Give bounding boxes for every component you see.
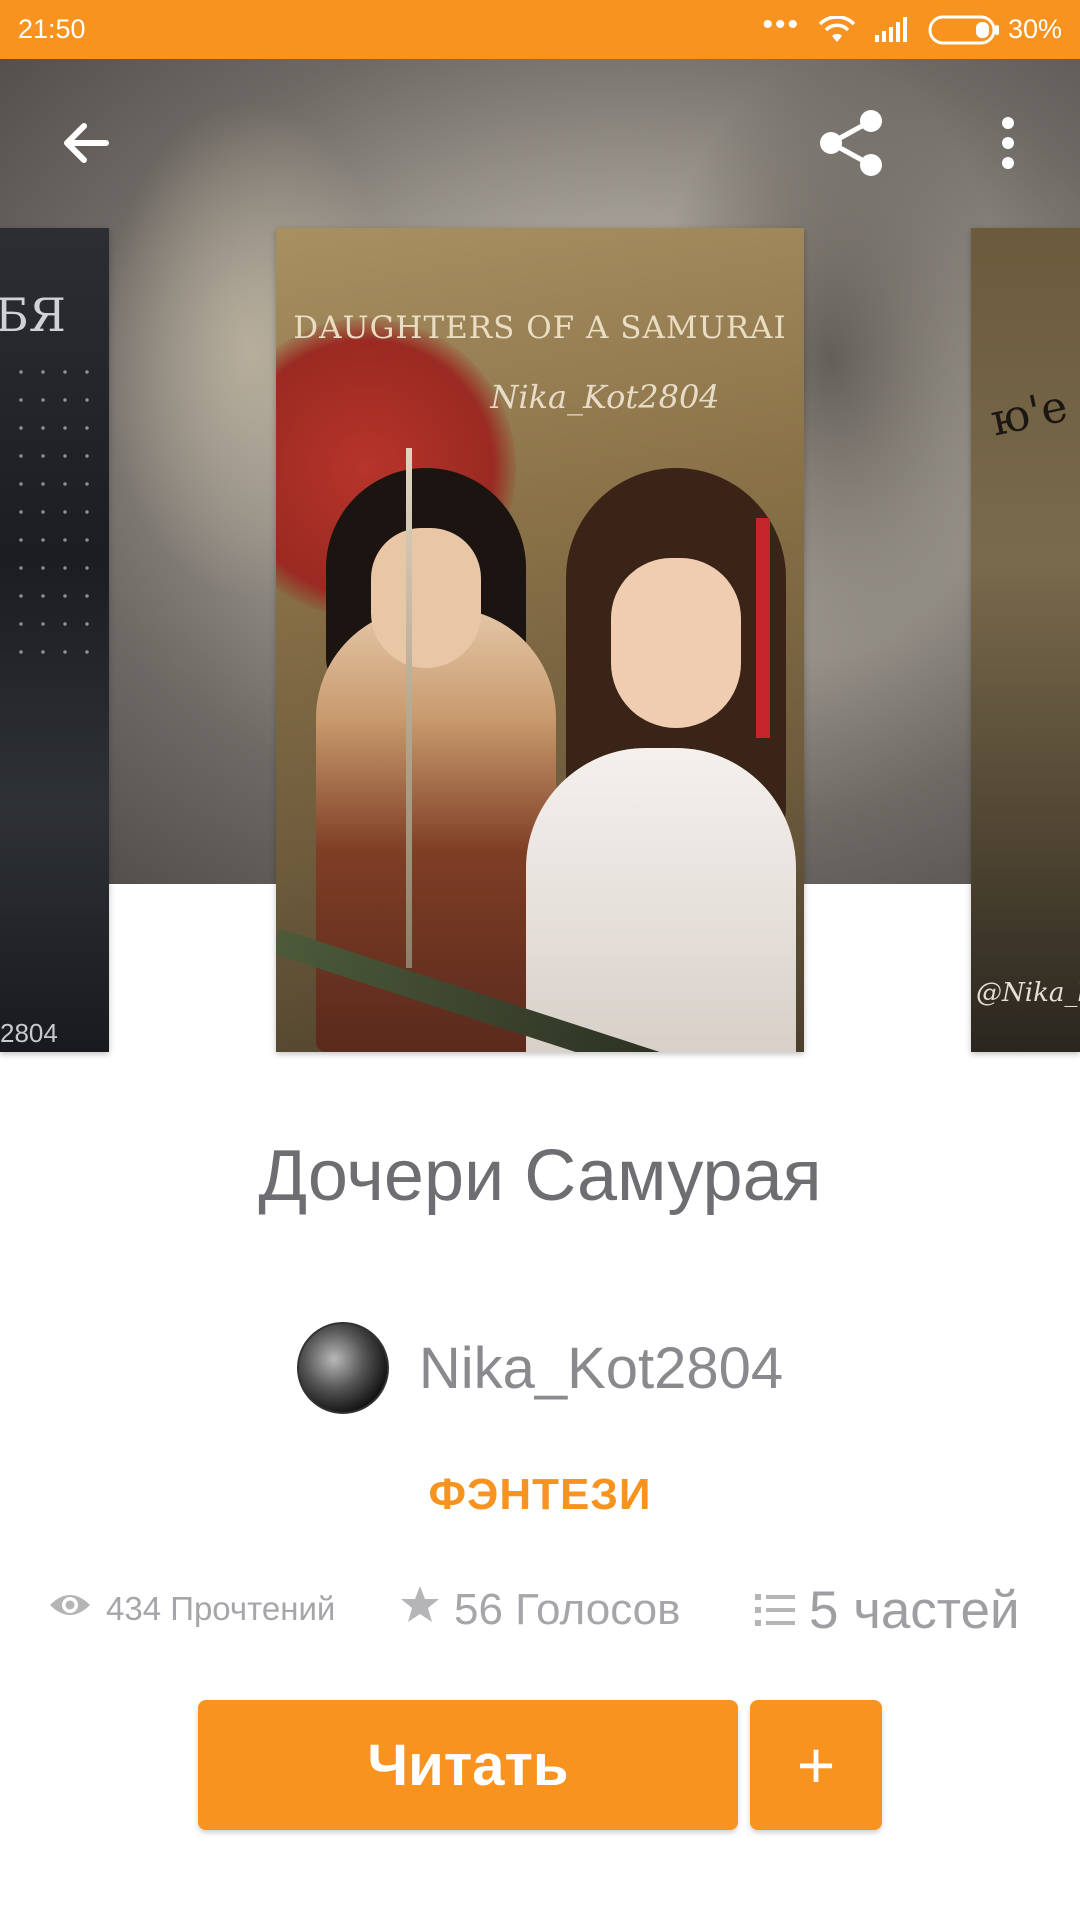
reads-count: 434 Прочтений	[106, 1590, 336, 1627]
star-icon	[400, 1584, 440, 1635]
cover-sword	[406, 448, 412, 968]
status-icons: ••• 30%	[762, 9, 1062, 45]
author-name[interactable]: Nika_Kot2804	[419, 1335, 783, 1402]
cover-previous[interactable]: БЯ 2804	[0, 228, 109, 1052]
more-vertical-icon	[998, 115, 1018, 176]
cover-figure-right	[526, 748, 796, 1052]
cover-title: DAUGHTERS OF A SAMURAI	[293, 310, 787, 346]
back-button[interactable]	[40, 100, 130, 190]
share-button[interactable]	[806, 100, 896, 190]
cover-ribbon	[756, 518, 770, 738]
eye-icon	[48, 1590, 92, 1628]
add-to-library-button[interactable]: +	[750, 1700, 882, 1830]
list-icon	[755, 1580, 795, 1641]
battery-level: 30%	[1007, 14, 1062, 44]
cover-stars-decoration	[10, 358, 100, 658]
stat-votes: 56 Голосов	[400, 1584, 681, 1635]
book-title: Дочери Самурая	[258, 1136, 822, 1216]
cover-figure-face	[611, 558, 741, 728]
notification-dots: •••	[762, 7, 800, 41]
avatar[interactable]	[296, 1322, 389, 1414]
read-button[interactable]: Читать	[198, 1700, 738, 1830]
cover-right-signature: @Nika_k	[976, 978, 1080, 1008]
cover-current[interactable]: DAUGHTERS OF A SAMURAI Nika_Kot2804	[276, 228, 804, 1052]
stats-row: 434 Прочтений 56 Голосов 5 частей	[0, 1580, 1080, 1660]
cover-next[interactable]: ю'е @Nika_k	[971, 228, 1080, 1052]
votes-count: 56 Голосов	[454, 1584, 681, 1634]
stat-parts: 5 частей	[755, 1580, 1020, 1641]
status-bar: 21:50 ••• 30%	[0, 0, 1080, 59]
cover-right-text: ю'е	[986, 380, 1072, 447]
signal-icon	[874, 16, 910, 43]
stat-reads: 434 Прочтений	[48, 1590, 335, 1628]
parts-count: 5 частей	[809, 1581, 1020, 1640]
cover-author: Nika_Kot2804	[490, 378, 720, 416]
genre-link[interactable]: ФЭНТЕЗИ	[0, 1470, 1080, 1520]
share-icon	[813, 105, 889, 186]
wifi-icon	[818, 15, 856, 44]
more-button[interactable]	[963, 100, 1053, 190]
arrow-left-icon	[58, 116, 112, 175]
battery: 30%	[928, 14, 1062, 45]
cover-left-number: 2804	[0, 1018, 58, 1048]
battery-icon	[928, 15, 1000, 45]
status-time: 21:50	[18, 14, 86, 44]
cover-figure-face	[371, 528, 481, 668]
cover-left-text: БЯ	[0, 288, 66, 342]
author-row[interactable]: Nika_Kot2804	[0, 1322, 1080, 1414]
